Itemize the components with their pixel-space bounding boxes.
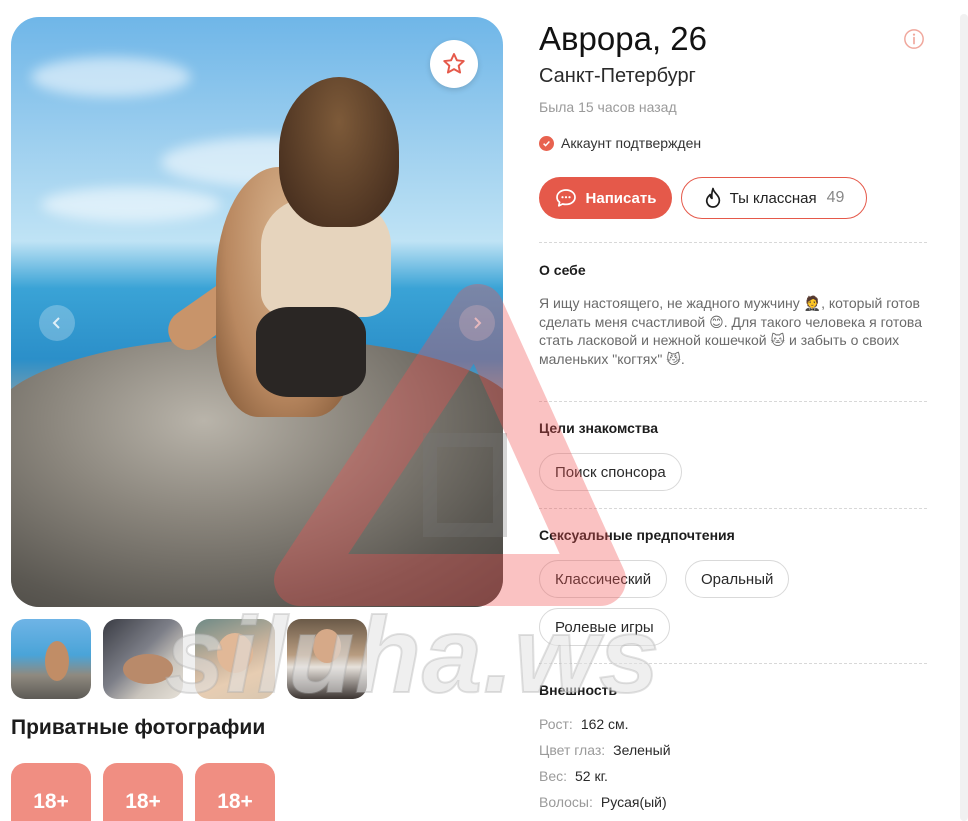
like-label: Ты классная xyxy=(729,189,817,207)
appearance-value: 162 см. xyxy=(580,716,629,732)
like-button[interactable]: Ты классная 49 xyxy=(681,177,867,219)
favorite-button[interactable] xyxy=(430,40,478,88)
emoji: 🤵 xyxy=(803,295,822,311)
appearance-value: Русая(ый) xyxy=(600,794,667,810)
photo-thumbnail[interactable] xyxy=(287,619,367,699)
chevron-left-icon xyxy=(52,317,60,329)
verified-label: Аккаунт подтвержден xyxy=(561,135,702,151)
about-text-part: . xyxy=(680,350,685,367)
private-photo-tile[interactable]: 18+ xyxy=(11,763,91,821)
divider xyxy=(539,508,927,509)
about-text: Я ищу настоящего, не жадного мужчину 🤵, … xyxy=(539,294,927,368)
appearance-title: Внешность xyxy=(539,682,618,698)
appearance-eye-color: Цвет глаз: Зеленый xyxy=(539,742,671,758)
emoji: 🐱 xyxy=(770,332,786,348)
preference-chip: Классический xyxy=(539,560,668,598)
goals-title: Цели знакомства xyxy=(539,420,658,436)
chat-bubble-icon xyxy=(555,189,576,207)
photo-figure-hair xyxy=(279,77,399,227)
send-message-button[interactable]: Написать xyxy=(539,177,672,219)
divider xyxy=(539,401,927,402)
divider xyxy=(539,242,927,243)
emoji: 😊 xyxy=(709,313,724,330)
photo-next-button[interactable] xyxy=(459,305,495,341)
photo-figure-shorts xyxy=(256,307,366,397)
appearance-hair: Волосы: Русая(ый) xyxy=(539,794,667,810)
photo-thumbnails xyxy=(11,619,367,699)
about-title: О себе xyxy=(539,262,586,278)
appearance-value: 52 кг. xyxy=(575,768,608,784)
goal-chip: Поиск спонсора xyxy=(539,453,682,491)
preference-chip: Оральный xyxy=(685,560,790,598)
appearance-label: Волосы: xyxy=(539,794,593,810)
photo-cloud xyxy=(41,187,221,222)
thumb-figure xyxy=(217,633,253,673)
private-photos: 18+ 18+ 18+ xyxy=(11,763,275,821)
photo-thumbnail[interactable] xyxy=(195,619,275,699)
thumb-figure xyxy=(123,654,173,684)
private-photos-title: Приватные фотографии xyxy=(11,716,266,739)
verified-badge: Аккаунт подтвержден xyxy=(539,135,701,151)
preference-chip: Ролевые игры xyxy=(539,608,670,646)
profile-name-age: Аврора, 26 xyxy=(539,20,707,57)
page-scrollbar[interactable] xyxy=(960,14,968,821)
emoji: 😼 xyxy=(666,350,681,367)
profile-city: Санкт-Петербург xyxy=(539,65,696,87)
appearance-label: Цвет глаз: xyxy=(539,742,606,758)
like-count: 49 xyxy=(826,189,845,206)
thumb-figure xyxy=(45,641,69,681)
divider xyxy=(539,663,927,664)
photo-prev-button[interactable] xyxy=(39,305,75,341)
send-message-label: Написать xyxy=(585,189,657,207)
private-photo-tile[interactable]: 18+ xyxy=(195,763,275,821)
flame-icon xyxy=(705,187,720,208)
photo-cloud xyxy=(31,57,191,97)
photo-thumbnail[interactable] xyxy=(11,619,91,699)
appearance-label: Рост: xyxy=(539,716,573,732)
photo-thumbnail[interactable] xyxy=(103,619,183,699)
preferences-title: Сексуальные предпочтения xyxy=(539,527,735,543)
info-circle-icon[interactable] xyxy=(903,28,925,50)
about-text-part: Я ищу настоящего, не жадного мужчину xyxy=(539,295,804,311)
appearance-value: Зеленый xyxy=(613,742,671,758)
appearance-height: Рост: 162 см. xyxy=(539,716,629,732)
check-circle-icon xyxy=(539,135,554,151)
appearance-weight: Вес: 52 кг. xyxy=(539,768,608,784)
appearance-label: Вес: xyxy=(539,768,568,784)
chevron-right-icon xyxy=(474,317,482,329)
last-seen-status: Была 15 часов назад xyxy=(539,99,677,115)
thumb-figure xyxy=(313,629,341,663)
main-photo[interactable] xyxy=(11,17,503,607)
private-photo-tile[interactable]: 18+ xyxy=(103,763,183,821)
star-outline-icon xyxy=(443,53,465,74)
